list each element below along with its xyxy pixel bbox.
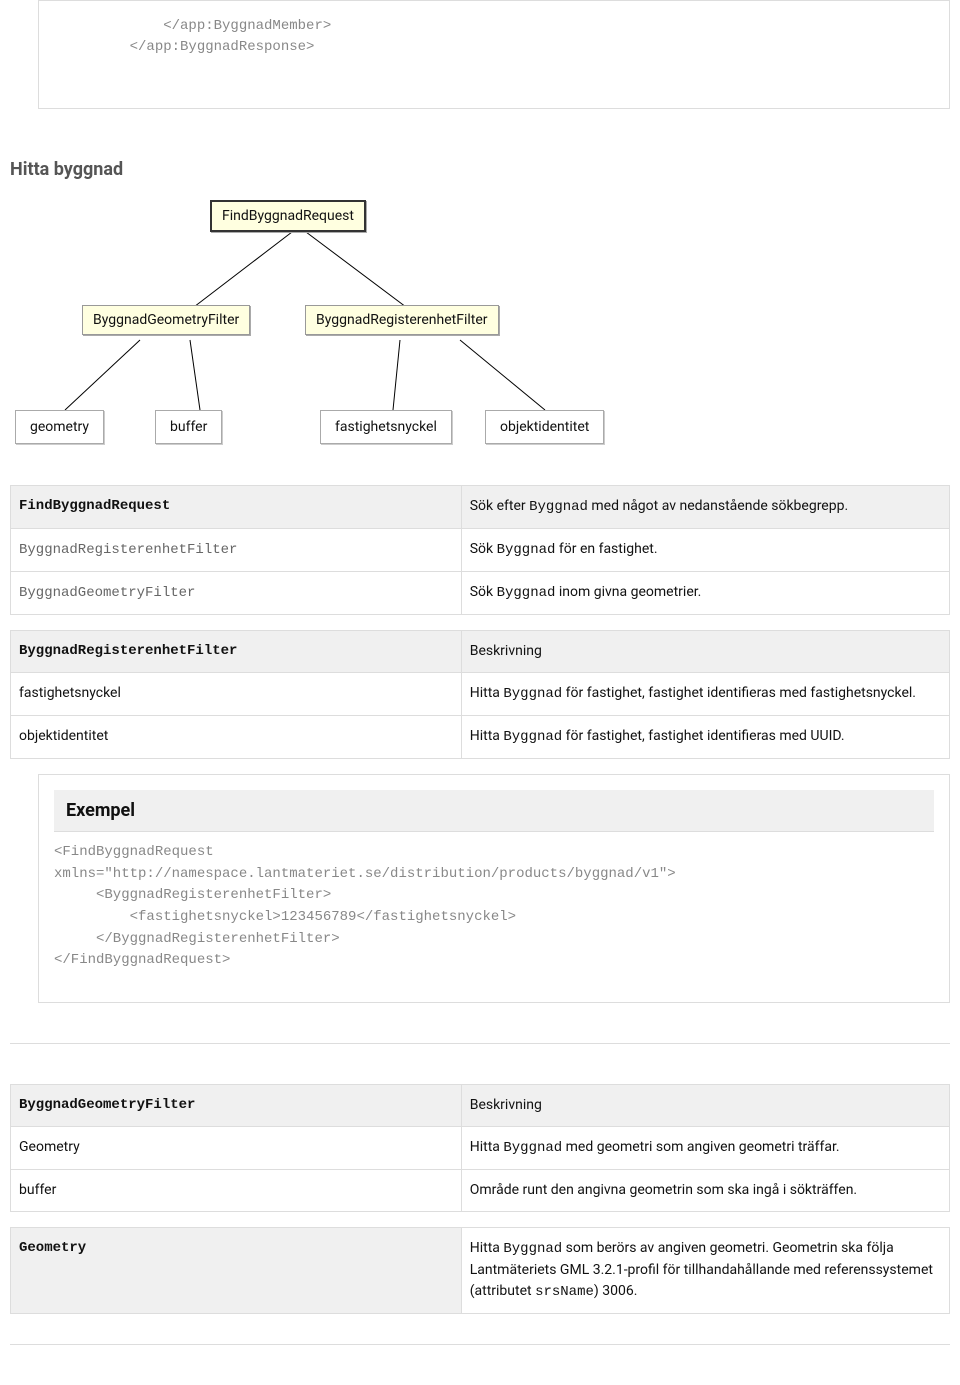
cell-head-right: Beskrivning (470, 1097, 542, 1113)
table-row: fastighetsnyckel Hitta Byggnad för fasti… (11, 673, 950, 716)
divider (10, 1043, 950, 1044)
cell-text: Sök efter (470, 498, 529, 514)
table-geometryfilter: ByggnadGeometryFilter Beskrivning Geomet… (10, 1084, 950, 1212)
diagram-node-root: FindByggnadRequest (210, 200, 366, 232)
cell-head-left: ByggnadRegisterenhetFilter (19, 643, 237, 659)
cell-right: Område runt den angivna geometrin som sk… (470, 1182, 857, 1198)
cell-head-right: Beskrivning (470, 643, 542, 659)
table-row: Geometry Hitta Byggnad som berörs av ang… (11, 1228, 950, 1314)
table-row: ByggnadGeometryFilter Sök Byggnad inom g… (11, 572, 950, 615)
table-row: ByggnadRegisterenhetFilter Beskrivning (11, 631, 950, 673)
table-geometry: Geometry Hitta Byggnad som berörs av ang… (10, 1227, 950, 1314)
cell-left: buffer (19, 1182, 56, 1198)
table-row: Geometry Hitta Byggnad med geometri som … (11, 1127, 950, 1170)
code-byggnad: Byggnad (529, 499, 588, 515)
example-title: Exempel (54, 790, 934, 832)
diagram-leaf-geometry: geometry (15, 410, 104, 444)
cell-head-left: ByggnadGeometryFilter (19, 1097, 195, 1113)
cell-text: med något av nedanstående sökbegrepp. (588, 498, 848, 514)
diagram-node-geometryfilter: ByggnadGeometryFilter (82, 305, 250, 335)
table-findbyggnadrequest: FindByggnadRequest Sök efter Byggnad med… (10, 485, 950, 615)
cell-left: Geometry (19, 1139, 80, 1155)
cell-left: ByggnadRegisterenhetFilter (19, 542, 237, 558)
class-diagram: FindByggnadRequest ByggnadGeometryFilter… (10, 200, 650, 465)
example-box: Exempel <FindByggnadRequest xmlns="http:… (38, 774, 950, 1003)
cell-head-left: FindByggnadRequest (19, 498, 170, 514)
diagram-leaf-fastighetsnyckel: fastighetsnyckel (320, 410, 452, 444)
divider (10, 1344, 950, 1345)
diagram-leaf-buffer: buffer (155, 410, 222, 444)
table-row: objektidentitet Hitta Byggnad för fastig… (11, 716, 950, 759)
section-title-hitta: Hitta byggnad (10, 159, 950, 180)
cell-head-left: Geometry (19, 1240, 86, 1256)
cell-left: ByggnadGeometryFilter (19, 585, 195, 601)
example-code: <FindByggnadRequest xmlns="http://namesp… (54, 842, 934, 972)
cell-left: fastighetsnyckel (19, 685, 121, 701)
top-code-block: </app:ByggnadMember> </app:ByggnadRespon… (38, 0, 950, 109)
diagram-leaf-objektidentitet: objektidentitet (485, 410, 604, 444)
table-row: ByggnadGeometryFilter Beskrivning (11, 1085, 950, 1127)
table-row: ByggnadRegisterenhetFilter Sök Byggnad f… (11, 529, 950, 572)
diagram-node-registerenhetfilter: ByggnadRegisterenhetFilter (305, 305, 499, 335)
table-registerenhetfilter: ByggnadRegisterenhetFilter Beskrivning f… (10, 630, 950, 759)
table-row: buffer Område runt den angivna geometrin… (11, 1170, 950, 1212)
table-row: FindByggnadRequest Sök efter Byggnad med… (11, 486, 950, 529)
cell-left: objektidentitet (19, 728, 108, 744)
